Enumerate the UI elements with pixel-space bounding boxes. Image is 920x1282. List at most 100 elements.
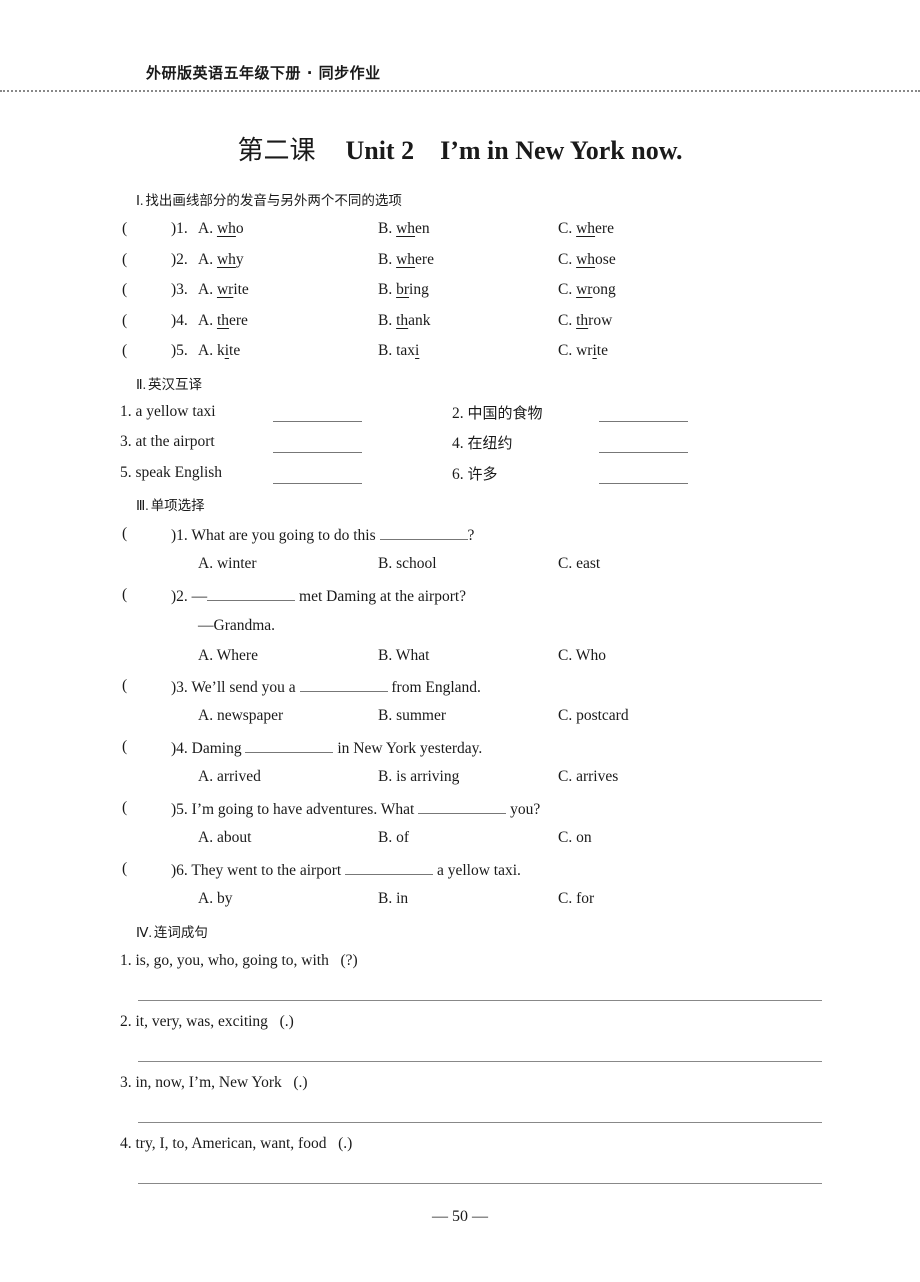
option-b[interactable]: B. where — [378, 251, 434, 269]
option-a[interactable]: A. who — [198, 220, 244, 238]
answer-paren[interactable]: ( — [122, 342, 127, 360]
number: 4. — [176, 740, 188, 757]
answer-line[interactable] — [138, 1061, 822, 1062]
answer-paren[interactable]: ( — [122, 738, 127, 756]
option-a[interactable]: A. newspaper — [198, 707, 283, 725]
underlined-part: wh — [396, 220, 416, 237]
option-b[interactable]: B. when — [378, 220, 430, 238]
option-a[interactable]: A. about — [198, 829, 251, 847]
number: 2. — [176, 251, 188, 268]
option-text: C. — [558, 220, 577, 237]
answer-paren[interactable]: ( — [122, 281, 127, 299]
question-stem: )3. We’ll send you a from England. — [171, 677, 481, 697]
option-a[interactable]: A. why — [198, 251, 244, 269]
option-text: A. — [198, 281, 217, 298]
option-text: ank — [408, 312, 431, 329]
option-b[interactable]: B. is arriving — [378, 768, 459, 786]
answer-paren[interactable]: ( — [122, 586, 127, 604]
option-c[interactable]: C. Who — [558, 647, 606, 665]
option-text: ere — [595, 220, 614, 237]
answer-paren[interactable]: ( — [122, 860, 127, 878]
number: 2. — [176, 588, 188, 605]
question-number: )5. — [171, 342, 188, 360]
underlined-part: i — [415, 342, 420, 359]
option-c[interactable]: C. for — [558, 890, 594, 908]
word-order-item: 1. is, go, you, who, going to, with (?) — [120, 952, 358, 970]
section-number: Ⅱ. — [136, 377, 147, 392]
option-b[interactable]: B. in — [378, 890, 408, 908]
question-stem: )6. They went to the airport a yellow ta… — [171, 860, 521, 880]
section-label: 找出画线部分的发音与另外两个不同的选项 — [145, 193, 402, 209]
stem-before: I’m going to have adventures. What — [191, 801, 415, 818]
answer-blank[interactable] — [599, 421, 688, 422]
section-number: Ⅲ. — [136, 498, 149, 513]
option-b[interactable]: B. What — [378, 647, 429, 665]
option-a[interactable]: A. Where — [198, 647, 258, 665]
option-b[interactable]: B. school — [378, 555, 437, 573]
answer-blank[interactable] — [245, 738, 334, 753]
answer-blank[interactable] — [418, 799, 507, 814]
option-a[interactable]: A. winter — [198, 555, 257, 573]
lesson-label: 第二课 — [237, 136, 316, 166]
book-header: 外研版英语五年级下册 · 同步作业 — [146, 64, 381, 82]
option-a[interactable]: A. by — [198, 890, 232, 908]
option-b[interactable]: B. bring — [378, 281, 429, 299]
underlined-part: wh — [216, 220, 236, 237]
answer-blank[interactable] — [273, 421, 362, 422]
option-b[interactable]: B. taxi — [378, 342, 419, 360]
option-text: o — [235, 220, 244, 237]
answer-paren[interactable]: ( — [122, 220, 127, 238]
section-number: Ⅳ. — [136, 925, 152, 940]
number: 3. — [176, 281, 188, 298]
item-number: 3. — [120, 1074, 132, 1091]
option-c[interactable]: C. arrives — [558, 768, 618, 786]
number: 5. — [176, 801, 188, 818]
option-c[interactable]: C. on — [558, 829, 592, 847]
answer-line[interactable] — [138, 1122, 822, 1123]
option-a[interactable]: A. write — [198, 281, 249, 299]
answer-blank[interactable] — [299, 677, 388, 692]
option-b[interactable]: B. summer — [378, 707, 446, 725]
option-b[interactable]: B. thank — [378, 312, 431, 330]
stem-before: We’ll send you a — [191, 679, 296, 696]
item-number: 1. — [120, 403, 132, 420]
option-a[interactable]: A. arrived — [198, 768, 261, 786]
option-c[interactable]: C. wrong — [558, 281, 616, 299]
answer-blank[interactable] — [273, 452, 362, 453]
answer-blank[interactable] — [345, 860, 434, 875]
answer-blank[interactable] — [599, 483, 688, 484]
stem-after: met Daming at the airport? — [299, 588, 467, 605]
option-c[interactable]: C. where — [558, 220, 614, 238]
item-text: a yellow taxi — [135, 403, 216, 420]
answer-paren[interactable]: ( — [122, 312, 127, 330]
word-order-item: 4. try, I, to, American, want, food (.) — [120, 1135, 352, 1153]
answer-line[interactable] — [138, 1183, 822, 1184]
answer-blank[interactable] — [273, 483, 362, 484]
option-c[interactable]: C. write — [558, 342, 608, 360]
stem-before: They went to the airport — [191, 862, 342, 879]
answer-blank[interactable] — [207, 586, 296, 601]
underlined-part: wr — [216, 281, 234, 298]
underlined-part: th — [216, 312, 230, 329]
answer-blank[interactable] — [599, 452, 688, 453]
option-c[interactable]: C. whose — [558, 251, 616, 269]
option-a[interactable]: A. kite — [198, 342, 240, 360]
option-b[interactable]: B. of — [378, 829, 409, 847]
option-c[interactable]: C. throw — [558, 312, 612, 330]
option-text: ere — [229, 312, 248, 329]
option-text: C. wr — [558, 342, 593, 359]
stem-after: ? — [467, 527, 475, 544]
answer-paren[interactable]: ( — [122, 677, 127, 695]
answer-paren[interactable]: ( — [122, 251, 127, 269]
option-c[interactable]: C. postcard — [558, 707, 629, 725]
option-text: ose — [595, 251, 616, 268]
underlined-part: wh — [216, 251, 236, 268]
option-a[interactable]: A. there — [198, 312, 248, 330]
answer-line[interactable] — [138, 1000, 822, 1001]
answer-paren[interactable]: ( — [122, 525, 127, 543]
answer-blank[interactable] — [379, 525, 468, 540]
option-text: B. — [378, 281, 397, 298]
option-c[interactable]: C. east — [558, 555, 600, 573]
answer-paren[interactable]: ( — [122, 799, 127, 817]
option-text: B. — [378, 312, 397, 329]
